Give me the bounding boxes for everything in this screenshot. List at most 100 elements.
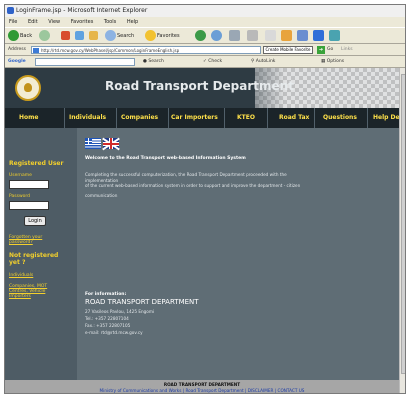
companies-link[interactable]: Companies, MOT Centres, Vehicle Importer… [9, 284, 47, 299]
search-icon [105, 30, 116, 41]
home-button[interactable] [89, 30, 99, 43]
research-icon [297, 30, 308, 41]
print-button[interactable] [247, 30, 259, 43]
forward-button[interactable] [39, 30, 51, 43]
footer-title: ROAD TRANSPORT DEPARTMENT [163, 382, 241, 387]
menu-help[interactable]: Help [127, 19, 138, 25]
username-input[interactable] [9, 180, 49, 189]
nav-questions[interactable]: Questions [323, 108, 357, 128]
address-input[interactable]: http://rtd.mcw.gov.cy/WebPhaseI/jsp/Comm… [31, 46, 261, 54]
links-button[interactable]: Links [341, 44, 353, 56]
password-input[interactable] [9, 201, 49, 210]
sidebar: Registered User Username Password Login … [5, 128, 77, 380]
back-button[interactable]: Back [8, 30, 32, 43]
info-heading: For information: [85, 292, 127, 297]
google-toolbar: Google ● Search ✓ Check ⚲ AutoLink ▦ Opt… [5, 56, 405, 68]
google-autolink-button[interactable]: ⚲ AutoLink [251, 56, 275, 68]
main-panel: Welcome to the Road Transport web-based … [77, 128, 399, 380]
ministry-link[interactable]: Ministry of Communications and Works [100, 388, 182, 393]
forgot-password-link[interactable]: Forgotten your password? [9, 235, 42, 245]
site-header: Road Transport Department [5, 68, 399, 108]
login-button[interactable]: Login [24, 216, 46, 226]
favorites-button[interactable]: Favorites [145, 30, 180, 43]
create-mobile-favorite-button[interactable]: Create Mobile Favorite [263, 46, 313, 54]
uk-flag-icon[interactable] [102, 137, 120, 150]
registered-user-heading: Registered User [9, 160, 64, 167]
password-label: Password [9, 194, 31, 199]
menu-view[interactable]: View [48, 19, 60, 25]
nav-divider [367, 108, 368, 128]
nav-car-importers[interactable]: Car Importers [171, 108, 218, 128]
nav-kteo[interactable]: KTEO [237, 108, 255, 128]
rtd-link[interactable]: Road Transport Department [185, 388, 243, 393]
contact-us-link[interactable]: CONTACT US [278, 388, 305, 393]
nav-divider [116, 108, 117, 128]
nav-home[interactable]: Home [19, 108, 38, 128]
messenger-button[interactable] [313, 30, 325, 43]
page-content: Road Transport Department Home Individua… [5, 68, 399, 393]
menu-edit[interactable]: Edit [28, 19, 38, 25]
refresh-icon [75, 31, 84, 40]
history-button[interactable] [211, 30, 223, 43]
print-icon [247, 30, 258, 41]
search-button[interactable]: Search [105, 30, 134, 43]
nav-companies[interactable]: Companies [121, 108, 158, 128]
footer-links: Ministry of Communications and Works | R… [99, 388, 305, 393]
welcome-heading: Welcome to the Road Transport web-based … [85, 156, 246, 161]
media-button[interactable] [195, 30, 207, 43]
history-icon [211, 30, 222, 41]
discuss-button[interactable] [281, 30, 293, 43]
messenger-icon [313, 30, 324, 41]
google-logo[interactable]: Google [8, 56, 26, 68]
address-label: Address [8, 47, 26, 52]
greek-flag-icon[interactable] [85, 138, 101, 149]
menu-tools[interactable]: Tools [104, 19, 116, 25]
back-arrow-icon [8, 30, 19, 41]
window-title: LoginFrame.jsp - Microsoft Internet Expl… [16, 7, 148, 14]
cyprus-emblem-icon [15, 75, 41, 101]
stop-button[interactable] [61, 30, 71, 43]
nav-individuals[interactable]: Individuals [69, 108, 106, 128]
scrollbar-thumb[interactable] [401, 74, 405, 374]
mail-button[interactable] [229, 30, 241, 43]
google-options-button[interactable]: ▦ Options [321, 56, 344, 68]
google-search-input[interactable] [35, 58, 135, 66]
mail-icon [229, 30, 240, 41]
translate-button[interactable] [329, 30, 341, 43]
menu-bar: File Edit View Favorites Tools Help [5, 17, 405, 27]
browser-window: LoginFrame.jsp - Microsoft Internet Expl… [4, 4, 406, 394]
nav-divider [267, 108, 268, 128]
forward-arrow-icon [39, 30, 50, 41]
site-footer: ROAD TRANSPORT DEPARTMENT Ministry of Co… [5, 380, 399, 393]
individuals-link[interactable]: Individuals [9, 273, 33, 278]
edit-icon [265, 30, 276, 41]
site-title: Road Transport Department [105, 79, 294, 93]
disclaimer-link[interactable]: DISCLAIMER [248, 388, 274, 393]
menu-favorites[interactable]: Favorites [71, 19, 94, 25]
browser-toolbar: Back Search Favorites [5, 27, 405, 44]
google-search-button[interactable]: ● Search [143, 56, 164, 68]
translate-icon [329, 30, 340, 41]
stop-icon [61, 31, 70, 40]
contact-email: e-mail: rtd@rtd.mcw.gov.cy [85, 330, 143, 335]
go-button[interactable]: Go [327, 44, 333, 56]
menu-file[interactable]: File [9, 19, 17, 25]
discuss-icon [281, 30, 292, 41]
department-name: ROAD TRANSPORT DEPARTMENT [85, 298, 199, 306]
refresh-button[interactable] [75, 30, 85, 43]
go-arrow-icon[interactable]: ➜ [317, 46, 325, 54]
nav-road-tax[interactable]: Road Tax [279, 108, 309, 128]
not-registered-heading: Not registered yet ? [9, 252, 59, 266]
main-nav: Home Individuals Companies Car Importers… [5, 108, 399, 128]
vertical-scrollbar[interactable] [399, 68, 405, 393]
google-check-button[interactable]: ✓ Check [203, 56, 222, 68]
nav-divider [314, 108, 315, 128]
nav-help-desk[interactable]: Help Desk [373, 108, 399, 128]
nav-divider [168, 108, 169, 128]
contact-fax: Fax.: +357 22807105 [85, 323, 131, 328]
username-label: Username [9, 173, 32, 178]
research-button[interactable] [297, 30, 309, 43]
nav-divider [224, 108, 225, 128]
edit-button[interactable] [265, 30, 277, 43]
star-icon [145, 30, 156, 41]
